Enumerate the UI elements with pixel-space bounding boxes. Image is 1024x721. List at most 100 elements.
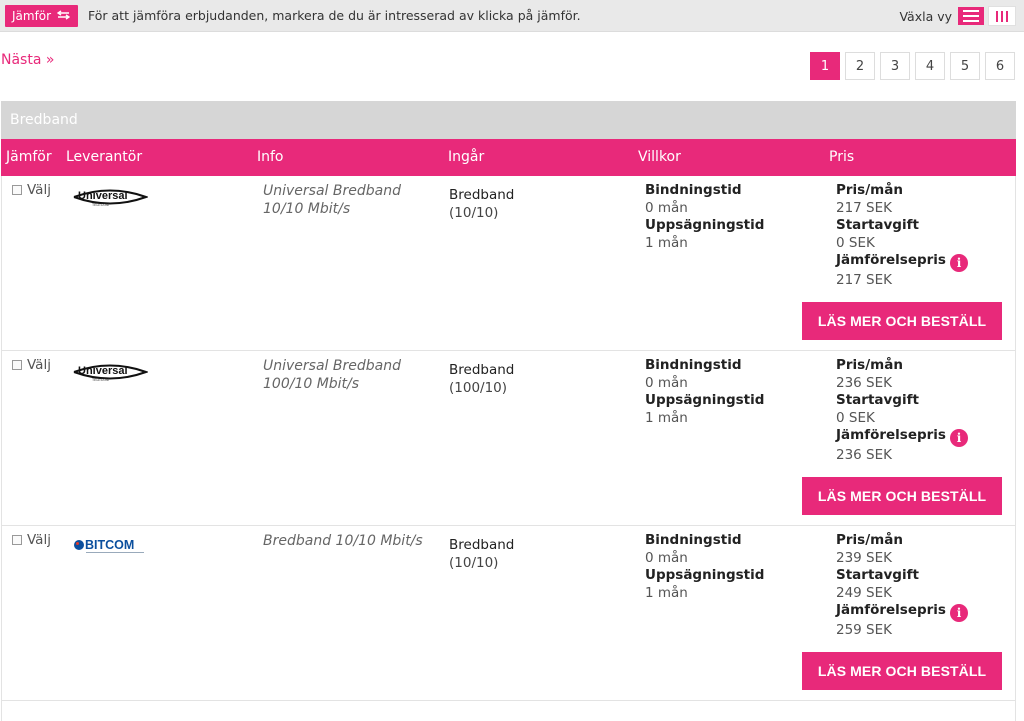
page-2-button[interactable]: 2 xyxy=(845,52,875,80)
info-icon[interactable]: i xyxy=(949,254,968,272)
table-header: Jämför Leverantör Info Ingår Villkor Pri… xyxy=(1,139,1016,176)
offer-info: Universal Bredband 100/10 Mbit/s xyxy=(263,358,401,392)
monthly-label: Pris/mån xyxy=(836,532,903,548)
order-button[interactable]: LÄS MER OCH BESTÄLL xyxy=(802,652,1002,690)
logo-subtext: TELECOM xyxy=(92,378,109,382)
order-button[interactable]: LÄS MER OCH BESTÄLL xyxy=(802,477,1002,515)
monthly-label: Pris/mån xyxy=(836,357,903,373)
select-checkbox[interactable]: Välj xyxy=(12,182,51,198)
checkbox-box[interactable] xyxy=(12,360,22,370)
includes-title: Bredband xyxy=(449,362,515,378)
view-toggle: Växla vy xyxy=(899,6,1016,26)
binding-label: Bindningstid xyxy=(645,357,742,373)
header-terms: Villkor xyxy=(638,149,681,165)
offer-terms: Bindningstid 0 mån Uppsägningstid 1 mån xyxy=(645,532,764,602)
info-icon[interactable]: i xyxy=(949,604,968,622)
comparison-price-label: Jämförelsepris xyxy=(836,252,946,268)
start-fee-label: Startavgift xyxy=(836,567,919,583)
page-4-button[interactable]: 4 xyxy=(915,52,945,80)
binding-label: Bindningstid xyxy=(645,182,742,198)
offer-includes: Bredband (10/10) xyxy=(449,186,514,222)
includes-detail: (100/10) xyxy=(449,380,508,396)
notice-label: Uppsägningstid xyxy=(645,217,765,233)
notice-value: 1 mån xyxy=(645,584,688,601)
offer-includes: Bredband (10/10) xyxy=(449,536,514,572)
bitcom-logo: BITCOM xyxy=(72,536,152,560)
binding-label: Bindningstid xyxy=(645,532,742,548)
table-row: Välj BITCOM Bredband 10/10 Mbit/s Bredba… xyxy=(1,526,1016,701)
select-label: Välj xyxy=(27,357,51,373)
page-1-button[interactable]: 1 xyxy=(810,52,840,80)
list-view-button[interactable] xyxy=(958,7,984,25)
checkbox-box[interactable] xyxy=(12,535,22,545)
column-view-button[interactable] xyxy=(988,6,1016,26)
notice-value: 1 mån xyxy=(645,409,688,426)
includes-title: Bredband xyxy=(449,187,515,203)
page-3-button[interactable]: 3 xyxy=(880,52,910,80)
header-info: Info xyxy=(257,149,284,165)
universal-telecom-logo: Universal TELECOM xyxy=(72,186,149,212)
offer-price: Pris/mån 239 SEK Startavgift 249 SEK Jäm… xyxy=(836,532,968,640)
comparison-price-value: 217 SEK xyxy=(836,272,893,288)
start-fee-value: 0 SEK xyxy=(836,234,875,251)
offer-price: Pris/mån 217 SEK Startavgift 0 SEK Jämfö… xyxy=(836,182,968,290)
header-includes: Ingår xyxy=(448,149,485,165)
comparison-price-value: 236 SEK xyxy=(836,447,893,463)
offers-table: Bredband Jämför Leverantör Info Ingår Vi… xyxy=(1,101,1016,721)
monthly-value: 217 SEK xyxy=(836,199,893,216)
logo-text: Universal xyxy=(78,365,128,377)
select-label: Välj xyxy=(27,182,51,198)
includes-detail: (10/10) xyxy=(449,555,499,571)
compare-instructions: För att jämföra erbjudanden, markera de … xyxy=(88,8,581,23)
next-page-link[interactable]: Nästa » xyxy=(1,52,54,68)
offer-price: Pris/mån 236 SEK Startavgift 0 SEK Jämfö… xyxy=(836,357,968,465)
comparison-price-row: Jämförelsepris i xyxy=(836,427,968,447)
logo-text: BITCOM xyxy=(85,538,134,552)
comparison-price-row: Jämförelsepris i xyxy=(836,252,968,272)
info-icon[interactable]: i xyxy=(949,429,968,447)
pagination: 1 2 3 4 5 6 xyxy=(810,52,1015,80)
start-fee-value: 0 SEK xyxy=(836,409,875,426)
logo-subtext: TELECOM xyxy=(92,203,109,207)
select-checkbox[interactable]: Välj xyxy=(12,357,51,373)
monthly-value: 239 SEK xyxy=(836,549,893,566)
column-view-icon xyxy=(996,10,1008,22)
start-fee-value: 249 SEK xyxy=(836,584,893,601)
header-price: Pris xyxy=(829,149,855,165)
header-compare: Jämför xyxy=(6,149,52,165)
monthly-label: Pris/mån xyxy=(836,182,903,198)
universal-telecom-logo: Universal TELECOM xyxy=(72,361,149,387)
binding-value: 0 mån xyxy=(645,549,688,566)
page-6-button[interactable]: 6 xyxy=(985,52,1015,80)
table-row: Välj Universal TELECOM Universal Bredban… xyxy=(1,176,1016,351)
offer-info: Bredband 10/10 Mbit/s xyxy=(263,533,423,549)
notice-value: 1 mån xyxy=(645,234,688,251)
includes-title: Bredband xyxy=(449,537,515,553)
view-toggle-label: Växla vy xyxy=(899,8,952,24)
offer-terms: Bindningstid 0 mån Uppsägningstid 1 mån xyxy=(645,182,764,252)
order-button[interactable]: LÄS MER OCH BESTÄLL xyxy=(802,302,1002,340)
compare-button-label: Jämför xyxy=(12,9,52,23)
page-5-button[interactable]: 5 xyxy=(950,52,980,80)
binding-value: 0 mån xyxy=(645,374,688,391)
offer-info: Universal Bredband 10/10 Mbit/s xyxy=(263,183,401,217)
select-label: Välj xyxy=(27,532,51,548)
table-row-partial xyxy=(1,701,1016,721)
category-heading: Bredband xyxy=(1,101,1016,139)
table-row: Välj Universal TELECOM Universal Bredban… xyxy=(1,351,1016,526)
includes-detail: (10/10) xyxy=(449,205,499,221)
start-fee-label: Startavgift xyxy=(836,217,919,233)
comparison-price-label: Jämförelsepris xyxy=(836,427,946,443)
monthly-value: 236 SEK xyxy=(836,374,893,391)
checkbox-box[interactable] xyxy=(12,185,22,195)
notice-label: Uppsägningstid xyxy=(645,392,765,408)
compare-button[interactable]: Jämför xyxy=(5,5,79,27)
comparison-price-label: Jämförelsepris xyxy=(836,602,946,618)
comparison-price-value: 259 SEK xyxy=(836,622,893,638)
compare-toolbar: Jämför För att jämföra erbjudanden, mark… xyxy=(0,0,1024,32)
compare-arrows-icon xyxy=(56,5,71,27)
list-view-icon xyxy=(963,10,979,22)
offer-terms: Bindningstid 0 mån Uppsägningstid 1 mån xyxy=(645,357,764,427)
select-checkbox[interactable]: Välj xyxy=(12,532,51,548)
offer-includes: Bredband (100/10) xyxy=(449,361,514,397)
